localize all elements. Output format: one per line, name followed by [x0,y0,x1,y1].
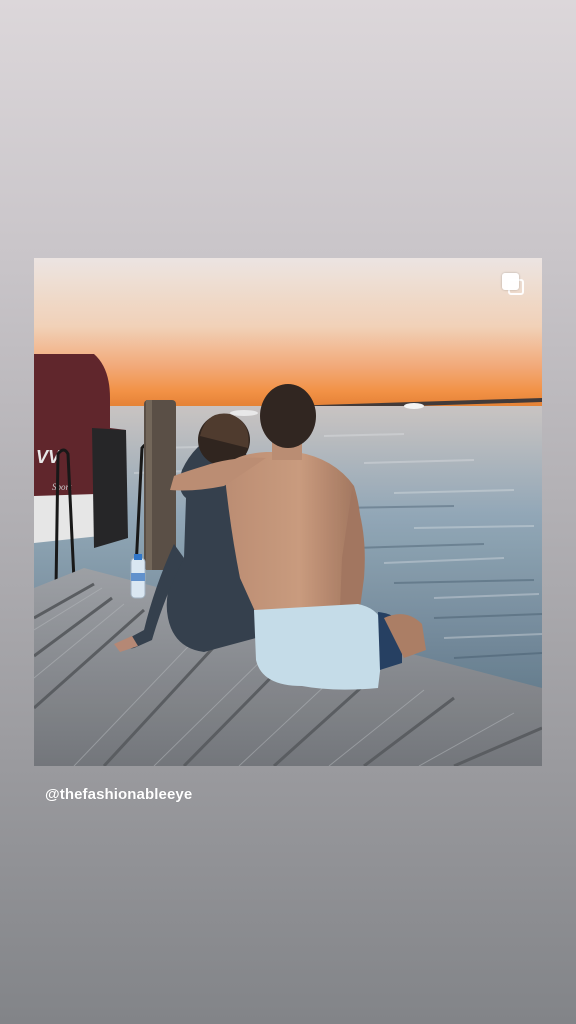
post-caption-username[interactable]: @thefashionableeye [45,786,192,803]
multi-icon-front-square [502,273,519,290]
story-post-card[interactable]: VV Sport [34,258,542,766]
multiple-photos-icon [502,273,526,297]
sunset-dock-photo: VV Sport [34,258,542,766]
